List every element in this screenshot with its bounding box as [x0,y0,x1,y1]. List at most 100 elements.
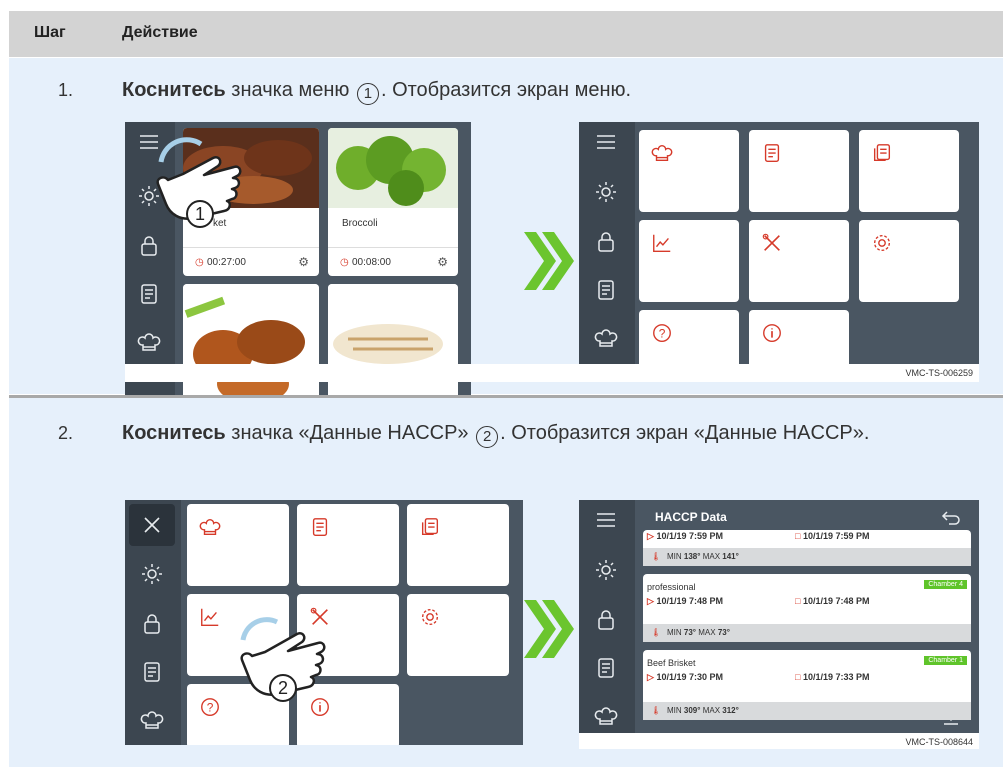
tile-documents[interactable] [859,130,959,212]
timer-icon: ◷ [340,257,349,268]
menu-sidebar [125,500,181,745]
step-number: 2. [58,423,74,443]
info-icon [763,324,781,342]
documents-icon [421,518,439,536]
lock-icon[interactable] [594,230,618,254]
recipe-timer: 00:08:00 [352,257,391,268]
image-footer: VMC-TS-006259 [125,364,979,382]
entry-name: Beef Brisket [647,658,696,668]
entry-name: professional [647,582,696,592]
chamber-badge: Chamber 4 [924,580,967,589]
close-icon[interactable] [140,513,164,537]
chef-hat-icon[interactable] [594,704,618,728]
header-step: Шаг [34,24,66,41]
step-row-1: 1. Коснитесь значка меню 1. Отобразится … [9,58,1003,427]
entry-start: 10/1/19 7:48 PM [656,596,723,606]
help-icon: ? [201,698,219,716]
entry-end: 10/1/19 7:48 PM [802,596,870,606]
image-code: VMC-TS-006259 [905,368,973,378]
step-verb: Коснитесь [122,79,226,101]
tile-recipes[interactable] [639,130,739,212]
table-header: Шаг Действие [9,11,1003,57]
tools-icon [762,233,780,251]
chef-hat-icon[interactable] [140,708,164,732]
step-text-a: значка «Данные HACCP» [225,422,475,444]
entry-temp-band: 🌡 MIN 73° MAX 73° [643,624,971,642]
tile-settings[interactable] [859,220,959,302]
lock-icon[interactable] [594,608,618,632]
recipe-timer: 00:27:00 [207,257,246,268]
entry-end: 10/1/19 7:59 PM [802,531,870,541]
brightness-icon[interactable] [594,558,618,582]
document-icon [764,144,780,162]
haccp-title: HACCP Data [655,510,727,524]
timer-icon: ◷ [195,257,204,268]
next-arrow-icon [524,232,574,290]
tile-service[interactable] [749,220,849,302]
brightness-icon[interactable] [140,562,164,586]
chamber-badge: Chamber 1 [924,656,967,665]
document-icon[interactable] [140,660,164,684]
haccp-sidebar [579,500,635,745]
haccp-entry[interactable]: Beef Brisket Chamber 1 ▷ 10/1/19 7:30 PM… [643,650,971,720]
svg-text:1: 1 [195,204,205,224]
tile-documents[interactable] [407,504,509,586]
entry-temp-band: 🌡 MIN 138° MAX 141° [643,548,971,566]
image-code: VMC-TS-008644 [905,737,973,747]
menu-screen: ? [579,122,979,377]
documents-icon [873,144,891,162]
gear-icon [873,234,891,252]
entry-end: 10/1/19 7:33 PM [802,672,870,682]
haccp-entry[interactable]: ▷ 10/1/19 7:59 PM □ 10/1/19 7:59 PM 🌡 MI… [643,530,971,566]
chef-hat-icon [137,333,161,351]
tile-recipes[interactable] [187,504,289,586]
step-row-2: 2. Коснитесь значка «Данные HACCP» 2. От… [9,398,1003,767]
callout-1: 1 [356,83,379,105]
recipe-card-broccoli[interactable]: Broccoli ◷ 00:08:00 ⚙ [328,128,458,276]
header-action: Действие [122,24,198,41]
step-text-b: . Отобразится экран меню. [380,79,632,101]
haccp-chart-icon [201,608,219,626]
chef-hat-icon[interactable] [594,326,618,350]
brightness-icon[interactable] [594,180,618,204]
haccp-chart-icon [653,234,671,252]
broccoli-photo [328,128,458,208]
menu-sidebar [579,122,635,377]
svg-text:?: ? [207,701,214,715]
document-icon[interactable] [594,278,618,302]
back-icon[interactable] [941,508,961,526]
settings-icon[interactable]: ⚙ [437,255,448,269]
tile-haccp[interactable] [639,220,739,302]
entry-temp-band: 🌡 MIN 309° MAX 312° [643,702,971,720]
procedure-table: Шаг Действие 1. Коснитесь значка меню 1.… [0,0,1003,767]
entry-start: 10/1/19 7:59 PM [656,531,723,541]
gear-icon [421,608,439,626]
svg-text:2: 2 [278,678,288,698]
step-text-a: значка меню [225,79,355,101]
entry-start: 10/1/19 7:30 PM [656,672,723,682]
document-icon[interactable] [594,656,618,680]
document-icon [312,518,328,536]
lock-icon[interactable] [140,612,164,636]
settings-icon[interactable]: ⚙ [298,255,309,269]
tile-document[interactable] [297,504,399,586]
haccp-screen: HACCP Data ▷ 10/1/19 7:59 PM □ 10/1/19 7… [579,500,979,745]
recipe-name: Broccoli [342,218,378,229]
step-text-b: . Отобразится экран «Данные HACCP». [500,422,870,444]
chef-hat-icon [651,144,673,162]
step-instruction: Коснитесь значка «Данные HACCP» 2. Отобр… [122,418,952,448]
callout-2: 2 [476,426,499,448]
step-instruction: Коснитесь значка меню 1. Отобразится экр… [122,75,631,105]
step-number: 1. [58,80,74,100]
tile-document[interactable] [749,130,849,212]
hand-pointer-icon: 2 [240,617,326,702]
next-arrow-icon [524,600,574,658]
menu-icon[interactable] [594,130,618,154]
haccp-entry[interactable]: professional Chamber 4 ▷ 10/1/19 7:48 PM… [643,574,971,642]
svg-text:?: ? [659,327,666,341]
image-footer: VMC-TS-008644 [579,733,979,749]
tile-settings[interactable] [407,594,509,676]
menu-icon[interactable] [594,508,618,532]
document-icon [141,284,157,304]
chef-hat-icon [199,518,221,536]
